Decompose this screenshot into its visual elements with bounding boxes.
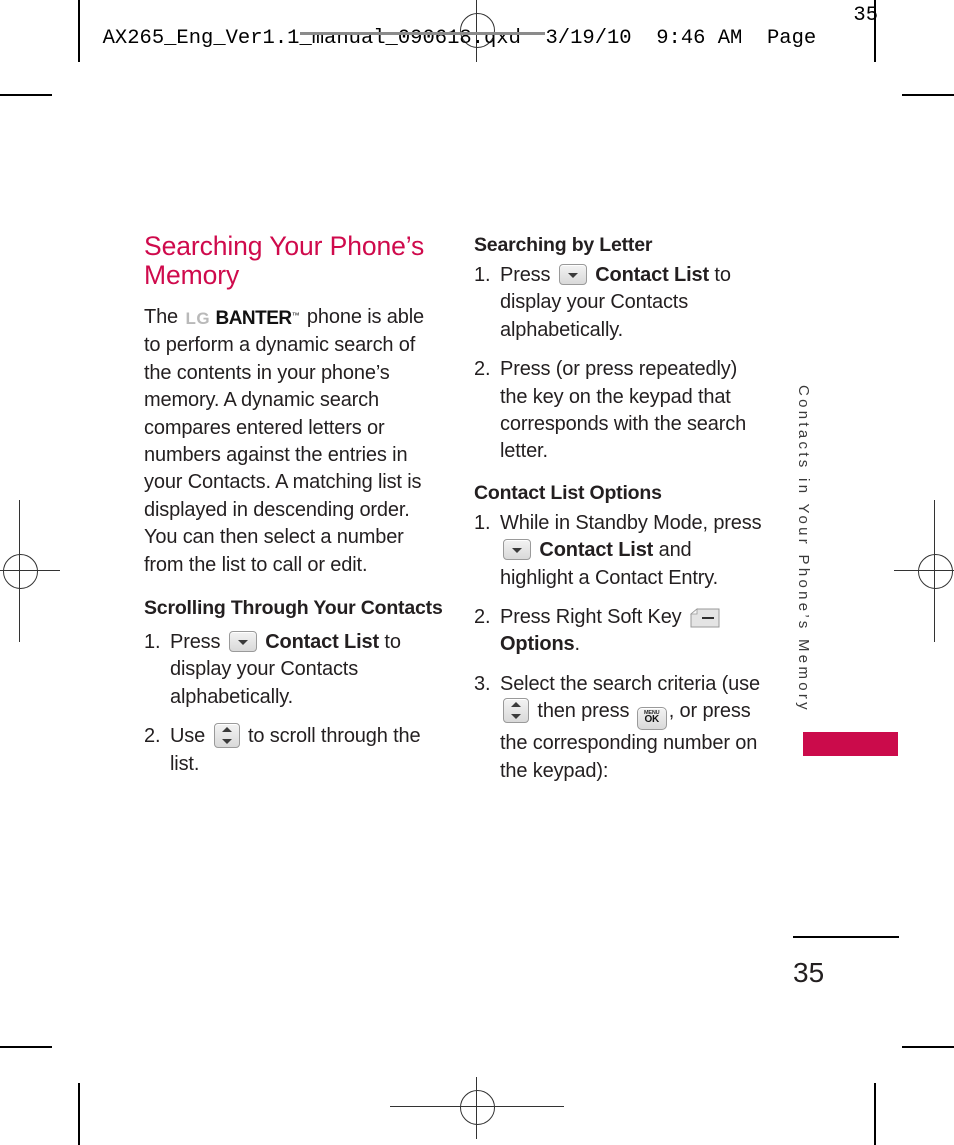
step-bold-label: Contact List	[595, 264, 709, 286]
trademark-icon: ™	[291, 311, 300, 320]
subheading-searching-by-letter: Searching by Letter	[474, 234, 653, 256]
intro-text-after: phone is able to perform a dynamic searc…	[144, 306, 424, 576]
intro-paragraph: The LG BANTER™ phone is able to perform …	[144, 302, 444, 579]
list-item: 1. Press Contact List to display your Con…	[144, 629, 444, 711]
down-key-icon	[503, 539, 531, 561]
subheading-contact-list-options: Contact List Options	[474, 481, 662, 504]
lg-banter-logo: LG BANTER™	[185, 302, 299, 332]
step-number: 1.	[474, 264, 491, 286]
scrolling-steps-list: 1. Press Contact List to display your Con…	[144, 629, 444, 778]
scroll-key-icon	[213, 723, 240, 749]
step-text-before: Press	[170, 631, 221, 654]
right-soft-key-icon	[689, 608, 720, 628]
down-key-icon	[228, 631, 257, 653]
scroll-key-icon	[503, 698, 529, 724]
left-column: Searching Your Phone’s Memory The LG BAN…	[144, 232, 444, 792]
searching-by-letter-steps-list: 1. Press Contact List to display your Con…	[474, 262, 766, 466]
list-item: 2. Press (or press repeatedly) the key on…	[474, 356, 766, 466]
page-footer: 35	[793, 936, 899, 990]
side-tab-color-bar	[803, 732, 898, 756]
subheading-scrolling: Scrolling Through Your Contacts	[144, 597, 443, 620]
step-bold-label: Contact List	[539, 539, 654, 562]
step-text-before: Press (or press repeatedly) the key on t…	[500, 358, 747, 463]
contact-list-options-steps-list: 1. While in Standby Mode, press Contact L…	[474, 510, 766, 785]
list-item: 1. Press Contact List to display your Con…	[474, 262, 766, 344]
step-text-before: While in Standby Mode, press	[500, 511, 762, 534]
manual-page: Searching Your Phone’s Memory The LG BAN…	[0, 0, 954, 1145]
list-item: 3. Select the search criteria (use then p…	[474, 671, 766, 785]
step-text-before: Press Right Soft Key	[500, 606, 682, 629]
step-text-after: to scroll through the list.	[170, 725, 421, 775]
step-number: 2.	[474, 358, 491, 381]
step-text-before: Select the search criteria (use	[500, 672, 760, 695]
intro-text-before: The	[144, 306, 179, 328]
page-number: 35	[793, 957, 825, 988]
step-text-before: Use	[170, 725, 206, 748]
step-bold-label: Contact List	[265, 631, 379, 654]
side-tab-text: Contacts in Your Phone’s Memory	[795, 385, 812, 713]
lg-wordmark: LG	[185, 309, 211, 328]
banter-wordmark: BANTER	[215, 308, 292, 329]
list-item: 2. Press Right Soft Key Options.	[474, 604, 766, 659]
step-number: 3.	[474, 672, 491, 695]
step-text-before: Press	[500, 264, 551, 286]
step-bold-label: Options	[500, 633, 575, 656]
list-item: 1. While in Standby Mode, press Contact L…	[474, 510, 766, 592]
section-heading: Searching Your Phone’s Memory	[144, 231, 425, 290]
footer-rule	[793, 936, 899, 938]
side-tab-label: Contacts in Your Phone’s Memory	[795, 385, 829, 715]
step-number: 2.	[144, 725, 161, 748]
step-number: 1.	[474, 511, 491, 534]
list-item: 2. Use to scroll through the list.	[144, 723, 444, 778]
down-key-icon	[558, 264, 587, 285]
step-text-mid: then press	[537, 700, 630, 723]
step-text-after: .	[574, 633, 581, 656]
menu-ok-key-icon: MENU OK	[636, 707, 667, 731]
menu-ok-key-ok-label: OK	[644, 714, 660, 726]
step-number: 2.	[474, 606, 491, 629]
step-number: 1.	[144, 631, 161, 654]
right-column: Searching by Letter 1. Press Contact List…	[474, 232, 766, 799]
